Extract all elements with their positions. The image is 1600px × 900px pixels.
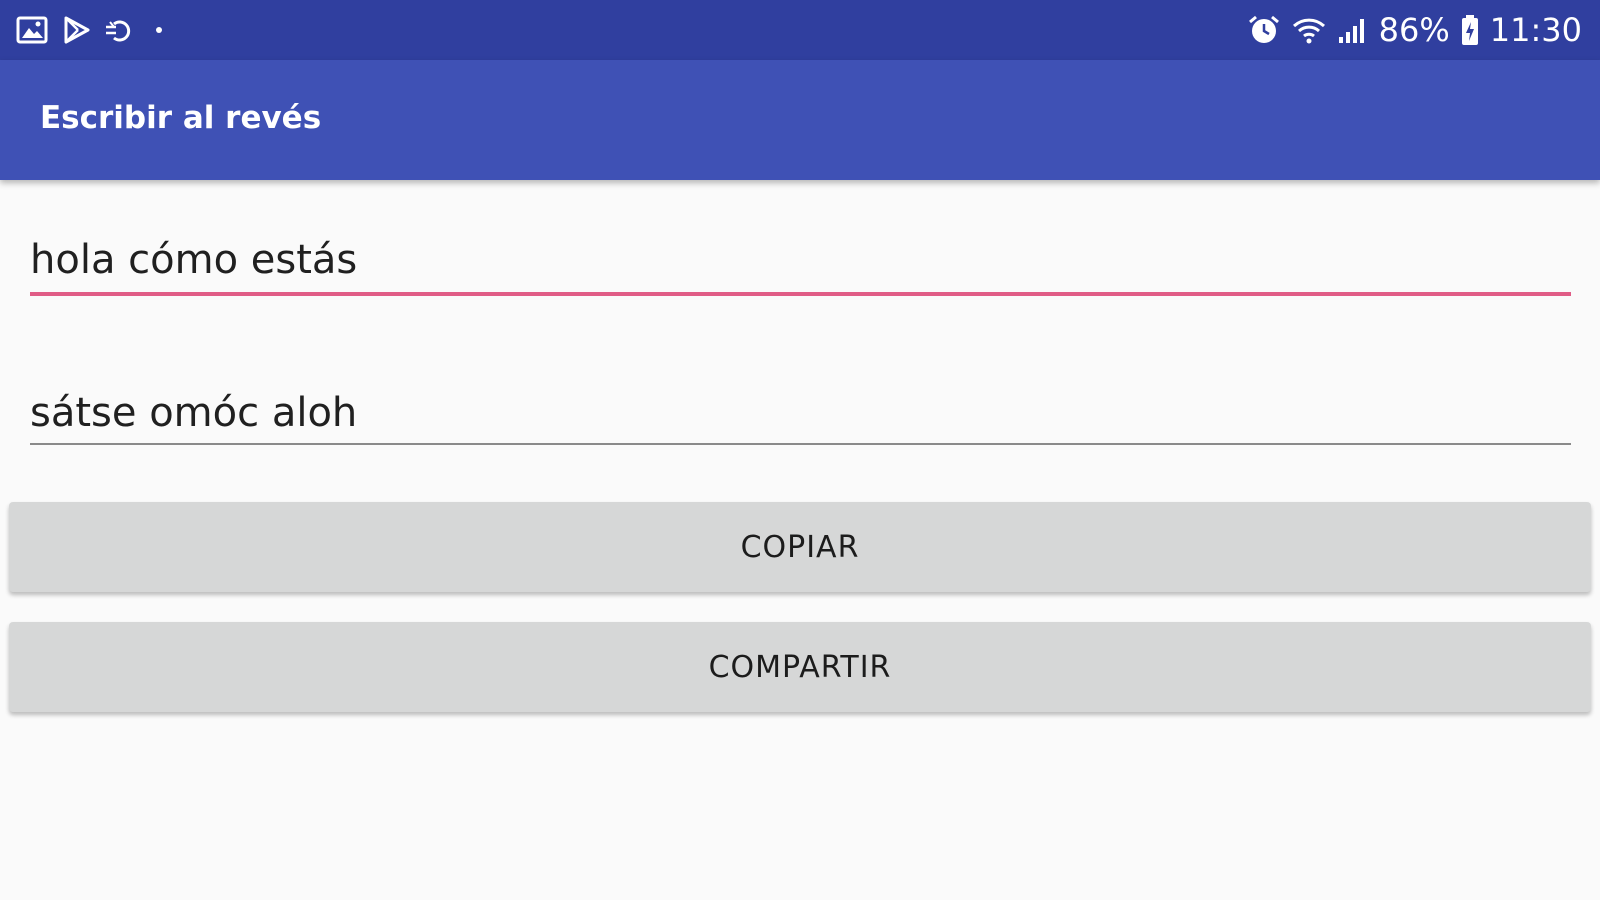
output-underline <box>30 443 1571 445</box>
system-status: 86% 11:30 <box>1247 10 1582 50</box>
dot-icon <box>154 25 164 35</box>
alarm-icon <box>1247 14 1281 46</box>
sync-icon <box>104 16 140 44</box>
copy-button[interactable]: COPIAR <box>9 502 1591 592</box>
signal-icon <box>1337 15 1369 45</box>
reversed-text-output[interactable] <box>30 385 1571 441</box>
play-store-icon <box>62 16 90 44</box>
share-button[interactable]: COMPARTIR <box>9 622 1591 712</box>
output-field-container <box>30 385 1571 445</box>
battery-percentage: 86% <box>1378 11 1450 49</box>
clock-time: 11:30 <box>1489 11 1582 49</box>
battery-icon <box>1460 14 1480 46</box>
wifi-icon <box>1291 15 1327 45</box>
status-bar: 86% 11:30 <box>0 0 1600 60</box>
app-title: Escribir al revés <box>40 100 322 136</box>
input-underline-focused <box>30 292 1571 296</box>
app-bar: Escribir al revés <box>0 60 1600 180</box>
notification-icons <box>16 14 164 46</box>
gallery-icon <box>16 16 48 44</box>
input-field-container <box>30 232 1571 296</box>
text-input[interactable] <box>30 232 1571 288</box>
